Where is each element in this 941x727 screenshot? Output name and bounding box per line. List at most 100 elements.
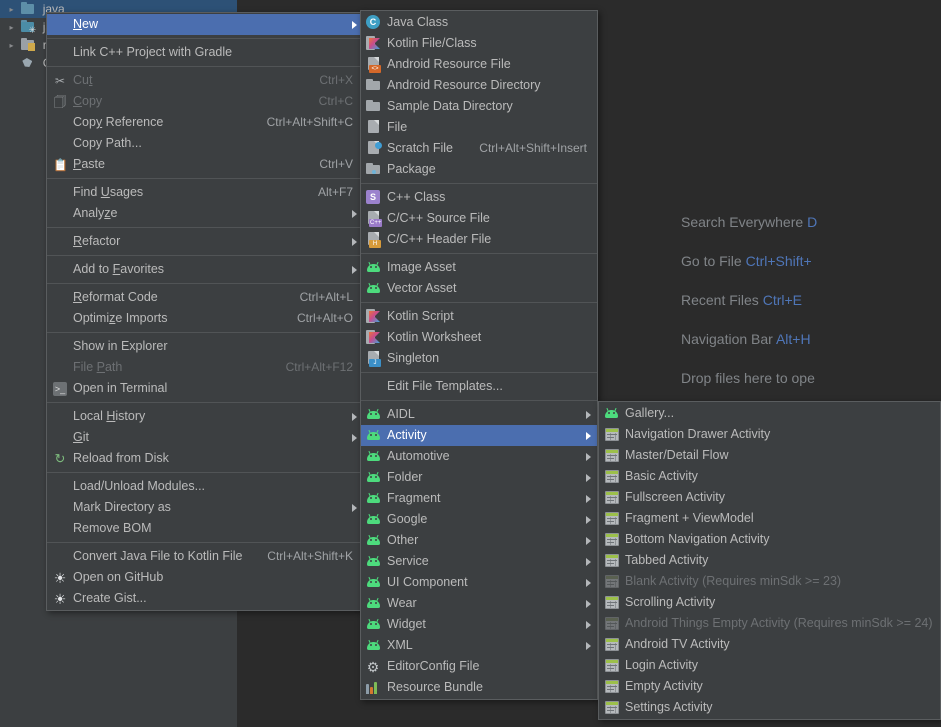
menu-item-android-tv-activity[interactable]: Android TV Activity (599, 634, 940, 655)
menu-item-icon (47, 133, 73, 154)
menu-item-mark-directory-as[interactable]: Mark Directory as (47, 497, 363, 518)
menu-item-aidl[interactable]: AIDL (361, 404, 597, 425)
menu-item-editorconfig-file[interactable]: ⚙EditorConfig File (361, 656, 597, 677)
menu-item-vector-asset[interactable]: Vector Asset (361, 278, 597, 299)
menu-item-widget[interactable]: Widget (361, 614, 597, 635)
menu-item-shortcut: Ctrl+V (319, 154, 363, 175)
menu-item-xml[interactable]: XML (361, 635, 597, 656)
menu-item-android-resource-directory[interactable]: Android Resource Directory (361, 75, 597, 96)
menu-item-scratch-file[interactable]: Scratch FileCtrl+Alt+Shift+Insert (361, 138, 597, 159)
menu-item-label: Tabbed Activity (625, 550, 940, 571)
project-context-menu[interactable]: New Link C++ Project with Gradle ✂CutCtrl+… (46, 12, 364, 611)
menu-item-label: AIDL (387, 404, 597, 425)
menu-item-icon (361, 488, 387, 509)
github-icon: ☀ (53, 571, 67, 585)
menu-item-google[interactable]: Google (361, 509, 597, 530)
menu-item-fullscreen-activity[interactable]: Fullscreen Activity (599, 487, 940, 508)
menu-item-file-path[interactable]: File PathCtrl+Alt+F12 (47, 357, 363, 378)
chevron-right-icon[interactable]: ▸ (6, 37, 17, 55)
chevron-right-icon[interactable]: ▸ (6, 1, 17, 19)
new-submenu[interactable]: CJava ClassKotlin File/Class<>Android Re… (360, 10, 598, 700)
activity-template-icon (605, 512, 619, 525)
menu-item-fragment-viewmodel[interactable]: Fragment + ViewModel (599, 508, 940, 529)
menu-item-navigation-drawer-activity[interactable]: Navigation Drawer Activity (599, 424, 940, 445)
menu-item-c-class[interactable]: SC++ Class (361, 187, 597, 208)
menu-item-cut[interactable]: ✂CutCtrl+X (47, 70, 363, 91)
menu-item-image-asset[interactable]: Image Asset (361, 257, 597, 278)
menu-item-other[interactable]: Other (361, 530, 597, 551)
menu-item-find-usages[interactable]: Find UsagesAlt+F7 (47, 182, 363, 203)
menu-item-new[interactable]: New (47, 14, 363, 35)
menu-item-wear[interactable]: Wear (361, 593, 597, 614)
menu-separator (47, 255, 363, 256)
menu-item-show-in-explorer[interactable]: Show in Explorer (47, 336, 363, 357)
menu-item-shortcut: Ctrl+Alt+F12 (286, 357, 363, 378)
menu-item-gallery[interactable]: Gallery... (599, 403, 940, 424)
menu-item-fragment[interactable]: Fragment (361, 488, 597, 509)
menu-item-icon: H (361, 229, 387, 250)
hint-search-everywhere: Search Everywhere D (681, 215, 941, 254)
menu-item-android-resource-file[interactable]: <>Android Resource File (361, 54, 597, 75)
menu-item-java-class[interactable]: CJava Class (361, 12, 597, 33)
cpp-source-icon: C++ (367, 211, 382, 226)
menu-item-icon (47, 336, 73, 357)
menu-item-blank-activity-requires-minsdk-23[interactable]: Blank Activity (Requires minSdk >= 23) (599, 571, 940, 592)
menu-item-git[interactable]: Git (47, 427, 363, 448)
menu-item-local-history[interactable]: Local History (47, 406, 363, 427)
menu-item-c-c-source-file[interactable]: C++C/C++ Source File (361, 208, 597, 229)
menu-item-resource-bundle[interactable]: Resource Bundle (361, 677, 597, 698)
menu-item-automotive[interactable]: Automotive (361, 446, 597, 467)
menu-item-copy-path[interactable]: Copy Path... (47, 133, 363, 154)
menu-item-icon (361, 614, 387, 635)
menu-item-open-on-github[interactable]: ☀Open on GitHub (47, 567, 363, 588)
menu-item-icon (47, 42, 73, 63)
menu-item-remove-bom[interactable]: Remove BOM (47, 518, 363, 539)
menu-item-folder[interactable]: Folder (361, 467, 597, 488)
menu-item-create-gist[interactable]: ☀Create Gist... (47, 588, 363, 609)
activity-submenu[interactable]: Gallery...Navigation Drawer ActivityMast… (598, 401, 941, 720)
menu-item-icon (361, 530, 387, 551)
menu-item-copy-reference[interactable]: Copy ReferenceCtrl+Alt+Shift+C (47, 112, 363, 133)
menu-item-add-to-favorites[interactable]: Add to Favorites (47, 259, 363, 280)
android-icon (366, 262, 381, 272)
menu-item-android-things-empty-activity-requires-m[interactable]: Android Things Empty Activity (Requires … (599, 613, 940, 634)
menu-item-kotlin-script[interactable]: Kotlin Script (361, 306, 597, 327)
menu-item-ui-component[interactable]: UI Component (361, 572, 597, 593)
menu-item-empty-activity[interactable]: Empty Activity (599, 676, 940, 697)
menu-item-package[interactable]: Package (361, 159, 597, 180)
menu-item-login-activity[interactable]: Login Activity (599, 655, 940, 676)
menu-item-c-c-header-file[interactable]: HC/C++ Header File (361, 229, 597, 250)
menu-item-label: Cut (73, 70, 319, 91)
menu-item-refactor[interactable]: Refactor (47, 231, 363, 252)
menu-item-paste[interactable]: 📋PasteCtrl+V (47, 154, 363, 175)
menu-item-link-c-project-with-gradle[interactable]: Link C++ Project with Gradle (47, 42, 363, 63)
menu-item-copy[interactable]: 🗍CopyCtrl+C (47, 91, 363, 112)
menu-item-kotlin-file-class[interactable]: Kotlin File/Class (361, 33, 597, 54)
menu-item-kotlin-worksheet[interactable]: Kotlin Worksheet (361, 327, 597, 348)
menu-item-settings-activity[interactable]: Settings Activity (599, 697, 940, 718)
menu-item-icon (361, 257, 387, 278)
menu-item-master-detail-flow[interactable]: Master/Detail Flow (599, 445, 940, 466)
menu-item-singleton[interactable]: JSingleton (361, 348, 597, 369)
hint-navigation-bar: Navigation Bar Alt+H (681, 332, 941, 371)
menu-item-sample-data-directory[interactable]: Sample Data Directory (361, 96, 597, 117)
menu-item-analyze[interactable]: Analyze (47, 203, 363, 224)
menu-item-file[interactable]: File (361, 117, 597, 138)
menu-item-optimize-imports[interactable]: Optimize ImportsCtrl+Alt+O (47, 308, 363, 329)
menu-item-service[interactable]: Service (361, 551, 597, 572)
menu-item-shortcut: Ctrl+Alt+Shift+K (267, 546, 363, 567)
menu-item-load-unload-modules[interactable]: Load/Unload Modules... (47, 476, 363, 497)
menu-item-convert-java-file-to-kotlin-file[interactable]: Convert Java File to Kotlin FileCtrl+Alt… (47, 546, 363, 567)
menu-item-reload-from-disk[interactable]: ↻Reload from Disk (47, 448, 363, 469)
menu-item-label: Open in Terminal (73, 378, 363, 399)
menu-item-activity[interactable]: Activity (361, 425, 597, 446)
menu-item-reformat-code[interactable]: Reformat CodeCtrl+Alt+L (47, 287, 363, 308)
menu-item-basic-activity[interactable]: Basic Activity (599, 466, 940, 487)
menu-item-open-in-terminal[interactable]: >_Open in Terminal (47, 378, 363, 399)
menu-item-icon (361, 593, 387, 614)
chevron-right-icon[interactable]: ▸ (6, 19, 17, 37)
menu-item-bottom-navigation-activity[interactable]: Bottom Navigation Activity (599, 529, 940, 550)
menu-item-scrolling-activity[interactable]: Scrolling Activity (599, 592, 940, 613)
menu-item-tabbed-activity[interactable]: Tabbed Activity (599, 550, 940, 571)
menu-item-edit-file-templates[interactable]: Edit File Templates... (361, 376, 597, 397)
